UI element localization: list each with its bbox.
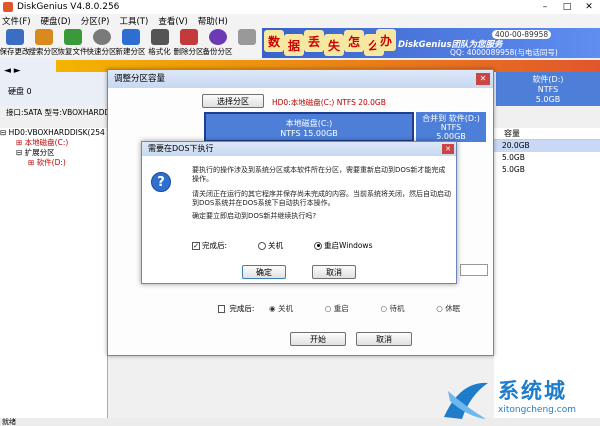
disk-nav-arrows[interactable]: ◄ ►	[4, 66, 21, 76]
start-button[interactable]: 开始	[290, 332, 346, 346]
banner-phone: 400-00-89958	[492, 30, 552, 39]
maximize-icon[interactable]: □	[556, 0, 578, 14]
close-icon[interactable]: ✕	[578, 0, 600, 14]
close-icon[interactable]: ✕	[476, 73, 490, 85]
search-partition-button[interactable]: 搜索分区	[29, 28, 59, 58]
checkbox-checked-icon: ✓	[192, 241, 200, 250]
watermark-logo-icon	[444, 382, 488, 419]
option-standby[interactable]: ○ 待机	[381, 303, 433, 314]
app-title-bar: DiskGenius V4.8.0.256	[0, 0, 600, 14]
selected-partition-label: HD0:本地磁盘(C:) NTFS 20.0GB	[272, 98, 386, 107]
tree-disk[interactable]: ⊟ HD0:VBOXHARDDISK(254	[0, 128, 107, 138]
misc-button[interactable]	[232, 28, 261, 58]
ad-banner[interactable]: 数 据 丢 失 怎 么 办 DiskGenius团队为您服务 QQ: 40000…	[262, 28, 600, 58]
list-item[interactable]: 5.0GB	[494, 164, 600, 176]
banner-char: 丢	[304, 30, 324, 52]
option-shutdown[interactable]: ◉ 关机	[269, 303, 321, 314]
disk-label: 硬盘 0	[8, 87, 32, 96]
delete-partition-button[interactable]: 删除分区	[174, 28, 204, 58]
quick-partition-button[interactable]: 快速分区	[87, 28, 117, 58]
watermark-url: xitongcheng.com	[498, 405, 576, 415]
backup-partition-icon	[208, 29, 227, 45]
question-icon: ?	[151, 172, 171, 192]
merge-partition-bar[interactable]: 合并到 软件(D:) NTFS 5.00GB	[416, 112, 486, 142]
message-line-3: 确定要立即启动到DOS新并继续执行吗?	[192, 212, 317, 220]
capacity-header: 容量	[494, 128, 600, 140]
banner-char: 据	[284, 34, 304, 56]
after-finish-options: 完成后: ◉ 关机 ○ 重启 ○ 待机 ○ 休眠	[218, 303, 488, 314]
menu-bar: 文件(F) 硬盘(D) 分区(P) 工具(T) 查看(V) 帮助(H)	[0, 14, 600, 28]
search-partition-icon	[34, 29, 53, 45]
menu-view[interactable]: 查看(V)	[158, 15, 187, 27]
save-icon	[5, 29, 24, 45]
banner-char: 怎	[344, 30, 364, 52]
menu-help[interactable]: 帮助(H)	[198, 15, 228, 27]
message-line-1: 要执行的操作涉及到系统分区或本软件所在分区，需要重新启动到DOS新才能完成操作。	[192, 166, 446, 183]
recover-file-icon	[63, 29, 82, 45]
after-finish-checkbox[interactable]: ✓ 完成后:	[192, 240, 227, 251]
tree-partition-d[interactable]: ⊞ 软件(D:)	[0, 158, 107, 168]
format-button[interactable]: 格式化	[145, 28, 174, 58]
save-button[interactable]: 保存更改	[0, 28, 30, 58]
disk-tree: ⊟ HD0:VBOXHARDDISK(254 ⊞ 本地磁盘(C:) ⊟ 扩展分区…	[0, 128, 108, 418]
new-partition-button[interactable]: 新建分区	[116, 28, 146, 58]
option-shutdown[interactable]: 关机	[258, 240, 283, 251]
format-icon	[150, 29, 169, 45]
select-partition-button[interactable]: 选择分区	[202, 94, 264, 108]
option-hibernate[interactable]: ○ 休眠	[436, 303, 488, 314]
quick-partition-icon	[92, 29, 111, 45]
close-icon[interactable]: ✕	[442, 144, 454, 154]
app-title: DiskGenius V4.8.0.256	[17, 2, 120, 12]
minimize-icon[interactable]: –	[534, 0, 556, 14]
option-reboot-windows[interactable]: 重启Windows	[314, 240, 372, 251]
banner-qq: QQ: 4000089958(与电话同号)	[450, 48, 558, 57]
dos-confirm-dialog: 需要在DOS下执行 ✕ ? 要执行的操作涉及到系统分区或本软件所在分区，需要重新…	[141, 141, 457, 284]
watermark: 系统城 xitongcheng.com	[440, 375, 598, 425]
partition-c-bar[interactable]: 本地磁盘(C:) NTFS 15.00GB	[204, 112, 414, 142]
menu-file[interactable]: 文件(F)	[2, 15, 31, 27]
after-finish-checkbox[interactable]	[218, 304, 226, 313]
dialog-title: 调整分区容量 ✕	[108, 70, 493, 88]
tree-partition-c[interactable]: ⊞ 本地磁盘(C:)	[0, 138, 107, 148]
toolbar: 保存更改 搜索分区 恢复文件 快速分区 新建分区 格式化 删除分区 备份分区	[0, 28, 262, 58]
cancel-button[interactable]: 取消	[312, 265, 356, 279]
tree-extended-partition[interactable]: ⊟ 扩展分区	[0, 148, 107, 158]
menu-partition[interactable]: 分区(P)	[81, 15, 110, 27]
banner-char: 失	[324, 34, 344, 56]
banner-char: 办	[376, 29, 396, 51]
watermark-name: 系统城	[498, 379, 567, 403]
option-reboot[interactable]: ○ 重启	[325, 303, 377, 314]
app-logo-icon	[3, 2, 13, 12]
ok-button[interactable]: 确定	[242, 265, 286, 279]
partition-d-block[interactable]: 软件(D:) NTFS 5.0GB	[496, 72, 600, 106]
list-item[interactable]: 5.0GB	[494, 152, 600, 164]
dialog-title: 需要在DOS下执行 ✕	[142, 142, 456, 156]
radio-selected-icon	[314, 241, 322, 250]
banner-char: 数	[264, 30, 284, 52]
backup-partition-button[interactable]: 备份分区	[203, 28, 233, 58]
new-partition-icon	[121, 29, 140, 45]
recover-file-button[interactable]: 恢复文件	[58, 28, 88, 58]
menu-disk[interactable]: 硬盘(D)	[41, 15, 71, 27]
radio-icon	[258, 241, 266, 250]
size-input[interactable]	[460, 264, 488, 276]
list-item[interactable]: 20.0GB	[494, 140, 600, 152]
menu-tools[interactable]: 工具(T)	[119, 15, 148, 27]
delete-partition-icon	[179, 29, 198, 45]
message-line-2: 请关闭正在运行的其它程序并保存尚未完成的内容。当前系统将关闭，然后自动启动到DO…	[192, 190, 451, 207]
cancel-button[interactable]: 取消	[356, 332, 412, 346]
misc-icon	[237, 29, 256, 45]
